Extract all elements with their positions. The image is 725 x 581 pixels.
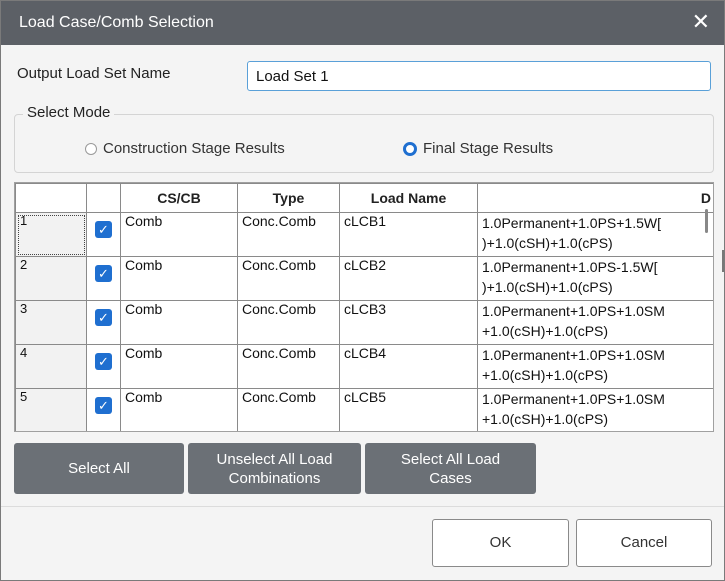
select-all-button[interactable]: Select All [14, 443, 184, 494]
load-name-cell[interactable]: cLCB5 [339, 388, 478, 431]
grid-scrollbar-thumb[interactable] [705, 209, 708, 233]
cs-cb-cell[interactable]: Comb [120, 344, 238, 389]
radio-unselected-icon [85, 142, 97, 155]
row-number[interactable]: 2 [15, 256, 87, 301]
unselect-all-load-combinations-button[interactable]: Unselect All Load Combinations [188, 443, 361, 494]
row-checkbox[interactable]: ✓ [86, 388, 121, 431]
row-number[interactable]: 3 [15, 300, 87, 345]
table-row[interactable]: 5 ✓ Comb Conc.Comb cLCB5 1.0Permanent+1.… [15, 388, 713, 431]
title-bar[interactable]: Load Case/Comb Selection ✕ [1, 1, 724, 45]
check-icon: ✓ [95, 221, 112, 238]
cs-cb-cell[interactable]: Comb [120, 256, 238, 301]
row-checkbox[interactable]: ✓ [86, 344, 121, 389]
output-load-set-name-input[interactable] [247, 61, 711, 91]
type-cell[interactable]: Conc.Comb [237, 344, 340, 389]
select-all-load-cases-button[interactable]: Select All Load Cases [365, 443, 536, 494]
check-icon: ✓ [95, 265, 112, 282]
cancel-button[interactable]: Cancel [576, 519, 712, 567]
close-icon[interactable]: ✕ [692, 9, 710, 35]
footer-divider [1, 506, 724, 507]
description-cell[interactable]: 1.0Permanent+1.0PS+1.0SM +1.0(cSH)+1.0(c… [477, 300, 713, 345]
description-cell[interactable]: 1.0Permanent+1.0PS+1.0SM +1.0(cSH)+1.0(c… [477, 388, 713, 431]
final-stage-results-label: Final Stage Results [423, 140, 554, 157]
load-table: CS/CB Type Load Name D 1 ✓ Comb Conc.Com… [15, 183, 713, 431]
type-cell[interactable]: Conc.Comb [237, 388, 340, 431]
check-icon: ✓ [95, 353, 112, 370]
header-load-name[interactable]: Load Name [339, 183, 478, 213]
load-name-cell[interactable]: cLCB4 [339, 344, 478, 389]
table-row[interactable]: 4 ✓ Comb Conc.Comb cLCB4 1.0Permanent+1.… [15, 344, 713, 389]
row-checkbox[interactable]: ✓ [86, 212, 121, 257]
load-name-cell[interactable]: cLCB3 [339, 300, 478, 345]
ok-button[interactable]: OK [432, 519, 569, 567]
check-icon: ✓ [95, 309, 112, 326]
description-cell[interactable]: 1.0Permanent+1.0PS+1.0SM +1.0(cSH)+1.0(c… [477, 344, 713, 389]
header-row-number [15, 183, 87, 213]
row-number[interactable]: 5 [15, 388, 87, 431]
load-name-cell[interactable]: cLCB2 [339, 256, 478, 301]
header-check [86, 183, 121, 213]
table-row[interactable]: 2 ✓ Comb Conc.Comb cLCB2 1.0Permanent+1.… [15, 256, 713, 301]
header-type[interactable]: Type [237, 183, 340, 213]
row-checkbox[interactable]: ✓ [86, 256, 121, 301]
description-cell[interactable]: 1.0Permanent+1.0PS-1.5W[ )+1.0(cSH)+1.0(… [477, 256, 713, 301]
type-cell[interactable]: Conc.Comb [237, 256, 340, 301]
type-cell[interactable]: Conc.Comb [237, 212, 340, 257]
description-cell[interactable]: 1.0Permanent+1.0PS+1.5W[ )+1.0(cSH)+1.0(… [477, 212, 713, 257]
radio-selected-icon [403, 141, 417, 156]
construction-stage-results-label: Construction Stage Results [103, 140, 285, 157]
cs-cb-cell[interactable]: Comb [120, 388, 238, 431]
output-load-set-name-label: Output Load Set Name [17, 65, 171, 82]
load-name-cell[interactable]: cLCB1 [339, 212, 478, 257]
row-checkbox[interactable]: ✓ [86, 300, 121, 345]
row-number[interactable]: 4 [15, 344, 87, 389]
load-selection-grid[interactable]: CS/CB Type Load Name D 1 ✓ Comb Conc.Com… [14, 182, 714, 432]
final-stage-results-radio[interactable]: Final Stage Results [403, 140, 553, 157]
window-title: Load Case/Comb Selection [19, 14, 214, 31]
cs-cb-cell[interactable]: Comb [120, 212, 238, 257]
header-description[interactable]: D [477, 183, 713, 213]
select-mode-legend: Select Mode [23, 104, 115, 121]
window-edge-scrollbar[interactable] [722, 250, 724, 272]
type-cell[interactable]: Conc.Comb [237, 300, 340, 345]
table-row[interactable]: 1 ✓ Comb Conc.Comb cLCB1 1.0Permanent+1.… [15, 212, 713, 257]
check-icon: ✓ [95, 397, 112, 414]
table-header-row: CS/CB Type Load Name D [15, 183, 713, 213]
cs-cb-cell[interactable]: Comb [120, 300, 238, 345]
table-row[interactable]: 3 ✓ Comb Conc.Comb cLCB3 1.0Permanent+1.… [15, 300, 713, 345]
row-number[interactable]: 1 [15, 212, 87, 257]
header-cs-cb[interactable]: CS/CB [120, 183, 238, 213]
construction-stage-results-radio[interactable]: Construction Stage Results [85, 140, 285, 157]
load-case-comb-dialog: Load Case/Comb Selection ✕ Output Load S… [0, 0, 725, 581]
